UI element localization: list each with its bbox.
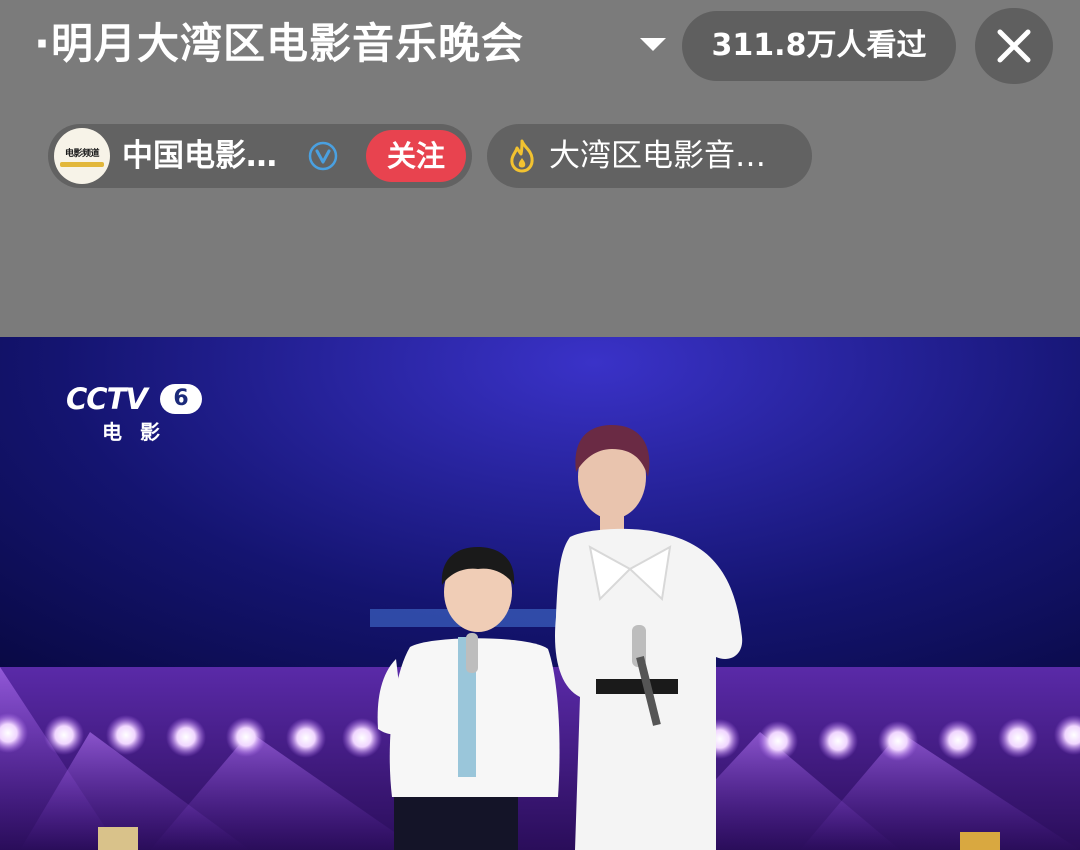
cctv-channel-number: 6 — [173, 386, 189, 411]
channel-card[interactable]: 电影频道 中国电影… 关注 — [48, 124, 472, 188]
video-player[interactable]: CCTV 6 电影 — [0, 337, 1080, 850]
stream-header-panel: ·明月大湾区电影音乐晚会 311.8万人看过 电影频道 中国电影… 关注 大湾区… — [0, 0, 1080, 337]
avatar[interactable]: 电影频道 — [54, 128, 110, 184]
fire-icon — [510, 139, 534, 173]
follow-button[interactable]: 关注 — [366, 130, 466, 182]
close-icon — [997, 29, 1031, 63]
viewer-count-badge: 311.8万人看过 — [682, 11, 956, 81]
avatar-logo-text: 电影频道 — [64, 149, 100, 159]
topic-label: 大湾区电影音… — [549, 138, 766, 174]
stream-title[interactable]: ·明月大湾区电影音乐晚会 — [34, 16, 524, 72]
chevron-down-icon[interactable] — [640, 38, 666, 51]
verified-badge-icon — [308, 141, 338, 171]
cctv-logo-text: CCTV — [66, 382, 148, 416]
close-button[interactable] — [975, 8, 1053, 84]
avatar-logo-bar — [60, 162, 104, 167]
cctv-channel-number-box: 6 — [160, 384, 202, 414]
topic-tag[interactable]: 大湾区电影音… — [487, 124, 812, 188]
cctv-logo-subtitle: 电影 — [102, 420, 178, 444]
channel-name[interactable]: 中国电影… — [122, 124, 277, 188]
cctv6-logo: CCTV 6 电影 — [66, 383, 206, 447]
